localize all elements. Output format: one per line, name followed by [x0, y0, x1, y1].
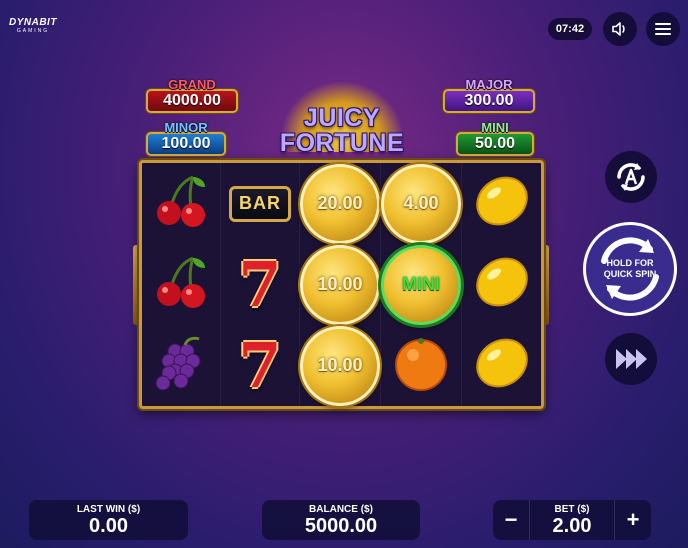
autoplay-icon — [617, 163, 645, 191]
coin-symbol: 20.00 — [300, 163, 380, 244]
jackpot-grand: GRAND 4000.00 — [146, 78, 238, 113]
balance-label: BALANCE ($) — [309, 504, 373, 515]
menu-icon — [655, 23, 671, 35]
last-win-value: 0.00 — [89, 515, 128, 537]
bet-panel: − BET ($) 2.00 + — [493, 500, 651, 540]
bet-value: 2.00 — [552, 515, 592, 537]
menu-button[interactable] — [646, 12, 680, 46]
autoplay-button[interactable] — [605, 151, 657, 203]
sound-icon — [612, 22, 625, 36]
spin-label-line-1: HOLD FOR — [606, 258, 654, 268]
jackpot-grand-label: GRAND — [168, 77, 216, 92]
logo-text: DYNABIT — [9, 17, 57, 28]
reel-cell: 7 — [221, 244, 300, 325]
reel-cell: 20.00 — [300, 163, 381, 244]
reel-grid: BAR 20.00 4.00 7 10.00 MINI 7 10.00 — [142, 163, 541, 406]
game-title: JUICY FORTUNE — [262, 82, 422, 162]
reel-cell: MINI — [381, 244, 462, 325]
jackpot-mini: MINI 50.00 — [456, 121, 534, 156]
coin-symbol: 10.00 — [300, 244, 380, 325]
jackpot-mini-label: MINI — [481, 120, 509, 135]
dynabit-logo: DYNABIT GAMING — [9, 18, 57, 34]
bet-display: BET ($) 2.00 — [529, 500, 615, 540]
logo-subtext: GAMING — [16, 28, 50, 34]
lemon-symbol — [470, 331, 534, 400]
reel-cell — [462, 244, 541, 325]
reel-cell: BAR — [221, 163, 300, 244]
reel-cell — [142, 163, 221, 244]
bet-label: BET ($) — [554, 504, 590, 515]
lemon-symbol — [470, 169, 534, 238]
reel-cell: 7 — [221, 325, 300, 406]
reels-frame: BAR 20.00 4.00 7 10.00 MINI 7 10.00 — [139, 160, 544, 409]
reel-cell — [462, 325, 541, 406]
balance-value: 5000.00 — [304, 515, 378, 537]
seven-symbol: 7 — [238, 328, 282, 402]
last-win-label: LAST WIN ($) — [76, 504, 141, 515]
balance-panel: BALANCE ($) 5000.00 — [262, 500, 420, 540]
reel-cell: 4.00 — [381, 163, 462, 244]
cherry-symbol — [149, 169, 213, 238]
last-win-panel: LAST WIN ($) 0.00 — [29, 500, 188, 540]
seven-symbol: 7 — [238, 247, 282, 321]
jackpot-major-value: 300.00 — [443, 89, 535, 113]
jackpot-grand-value: 4000.00 — [146, 89, 238, 113]
jackpot-mini-value: 50.00 — [456, 132, 534, 156]
coin-symbol: 4.00 — [381, 163, 461, 244]
grapes-symbol — [149, 331, 213, 400]
reel-cell — [142, 244, 221, 325]
title-line-1: JUICY — [303, 104, 381, 132]
reel-cell: 10.00 — [300, 325, 381, 406]
cherry-symbol — [149, 250, 213, 319]
turbo-icon — [616, 349, 647, 369]
orange-symbol — [389, 331, 453, 400]
jackpot-minor-label: MINOR — [164, 120, 208, 135]
lemon-symbol — [470, 250, 534, 319]
jackpot-minor-value: 100.00 — [146, 132, 226, 156]
coin-symbol: 10.00 — [300, 325, 380, 406]
jackpot-minor: MINOR 100.00 — [146, 121, 226, 156]
reel-cell: 10.00 — [300, 244, 381, 325]
turbo-button[interactable] — [605, 333, 657, 385]
reel-cell — [142, 325, 221, 406]
game-title-text: JUICY FORTUNE — [262, 106, 422, 156]
sound-button[interactable] — [603, 12, 637, 46]
bet-decrease-button[interactable]: − — [493, 500, 529, 540]
reel-cell — [462, 163, 541, 244]
spin-label-line-2: QUICK SPIN — [603, 269, 657, 279]
reel-cell — [381, 325, 462, 406]
bar-symbol: BAR — [229, 185, 291, 222]
title-line-2: FORTUNE — [279, 129, 405, 157]
jackpot-major-label: MAJOR — [465, 77, 513, 92]
bet-increase-button[interactable]: + — [615, 500, 651, 540]
spin-button[interactable]: HOLD FOR QUICK SPIN — [583, 222, 677, 316]
jackpot-major: MAJOR 300.00 — [443, 78, 535, 113]
mini-coin-symbol: MINI — [381, 244, 461, 325]
clock: 07:42 — [548, 18, 592, 40]
spin-label: HOLD FOR QUICK SPIN — [595, 258, 665, 280]
